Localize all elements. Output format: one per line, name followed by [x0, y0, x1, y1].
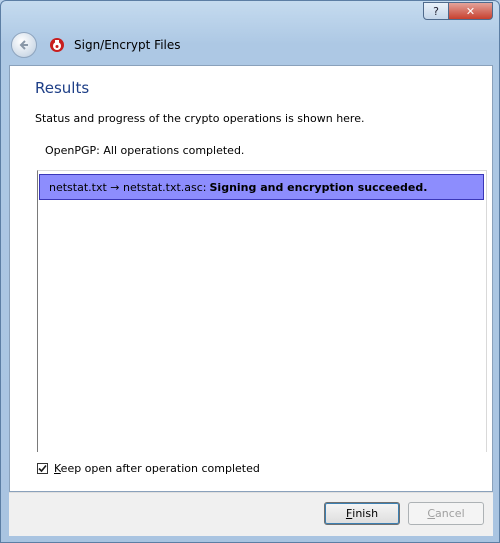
back-button[interactable]: [11, 32, 37, 58]
cancel-button[interactable]: Cancel: [408, 502, 484, 525]
page-description: Status and progress of the crypto operat…: [35, 112, 365, 125]
checkmark-icon: [38, 464, 47, 473]
help-button[interactable]: ?: [423, 2, 449, 20]
window-title: Sign/Encrypt Files: [74, 38, 181, 52]
keep-open-checkbox[interactable]: [37, 463, 48, 474]
results-list[interactable]: netstat.txt → netstat.txt.asc: Signing a…: [37, 170, 487, 452]
close-button[interactable]: ✕: [449, 2, 493, 20]
overall-status: OpenPGP: All operations completed.: [45, 144, 244, 157]
title-bar-controls: ? ✕: [423, 2, 493, 20]
status-text: All operations completed.: [103, 144, 245, 157]
finish-button[interactable]: Finish: [324, 502, 400, 525]
kleopatra-app-icon: [50, 38, 64, 52]
wizard-page: Results Status and progress of the crypt…: [9, 65, 493, 492]
result-files: netstat.txt → netstat.txt.asc:: [49, 180, 207, 194]
window-frame: ? ✕ Sign/Encrypt Files Results Status an…: [0, 0, 500, 543]
result-message: Signing and encryption succeeded.: [209, 180, 428, 194]
back-arrow-icon: [19, 40, 28, 50]
status-prefix: OpenPGP:: [45, 144, 100, 157]
keep-open-label: Keep open after operation completed: [54, 462, 260, 475]
page-title: Results: [35, 79, 90, 97]
title-bar: Sign/Encrypt Files: [9, 29, 181, 61]
result-item[interactable]: netstat.txt → netstat.txt.asc: Signing a…: [39, 174, 484, 200]
button-bar: Finish Cancel: [9, 492, 493, 536]
keep-open-option[interactable]: Keep open after operation completed: [37, 462, 260, 475]
